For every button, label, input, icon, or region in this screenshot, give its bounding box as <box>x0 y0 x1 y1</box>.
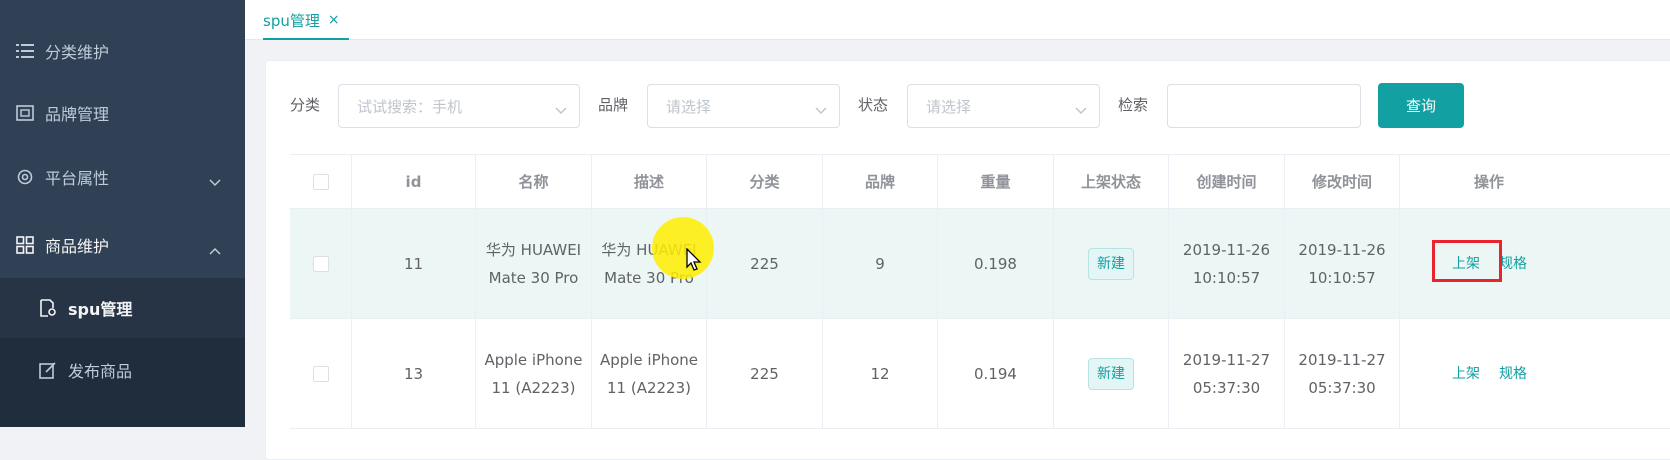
tabs-bar: spu管理 × <box>245 0 1670 40</box>
cell-status: 新建 <box>1054 319 1169 428</box>
cell-modified: 2019-11-27 05:37:30 <box>1285 319 1400 428</box>
cell-brand: 12 <box>823 319 938 428</box>
cell-name-text: Apple iPhone 11 (A2223) <box>484 350 583 397</box>
header-cell: 重量 <box>938 155 1054 208</box>
cell-status: 新建 <box>1054 209 1169 318</box>
cell-name: 华为 HUAWEI Mate 30 Pro <box>476 209 592 318</box>
header-cell: 创建时间 <box>1169 155 1285 208</box>
cell-name-text: 华为 HUAWEI Mate 30 Pro <box>485 240 582 287</box>
cell-desc-text: Apple iPhone 11 (A2223) <box>599 350 699 397</box>
cell-weight: 0.198 <box>938 209 1054 318</box>
table-header: id 名称 描述 分类 品牌 重量 上架状态 创建时间 修改时间 操作 <box>290 155 1670 209</box>
spec-link[interactable]: 规格 <box>1499 250 1527 278</box>
cell-created: 2019-11-27 05:37:30 <box>1169 319 1285 428</box>
spu-table: id 名称 描述 分类 品牌 重量 上架状态 创建时间 修改时间 操作 11 华… <box>290 154 1670 429</box>
header-cell: id <box>352 155 476 208</box>
mouse-cursor-icon <box>686 248 702 271</box>
brand-icon <box>15 103 35 123</box>
search-label: 检索 <box>1118 96 1149 114</box>
cell-category: 225 <box>707 319 823 428</box>
status-placeholder: 请选择 <box>926 97 972 116</box>
sidebar: 分类维护 品牌管理 平台属性 商品维护 spu管理 发布商品 <box>0 0 245 427</box>
doc-gear-icon <box>38 298 58 318</box>
sidebar-item-label: spu管理 <box>68 300 133 319</box>
cell-created: 2019-11-26 10:10:57 <box>1169 209 1285 318</box>
click-highlight <box>652 217 714 279</box>
created-date: 2019-11-27 <box>1182 350 1271 369</box>
chevron-down-icon <box>555 101 567 115</box>
cell-actions: 上架 规格 <box>1400 319 1670 428</box>
brand-select[interactable]: 请选择 <box>647 84 840 128</box>
cell-weight: 0.194 <box>938 319 1054 428</box>
status-select[interactable]: 请选择 <box>907 84 1100 128</box>
brand-placeholder: 请选择 <box>666 97 712 116</box>
chevron-up-icon <box>209 240 221 255</box>
row-select <box>290 319 352 428</box>
tab-label: spu管理 <box>263 11 320 30</box>
publish-link[interactable]: 上架 <box>1452 360 1480 388</box>
modified-time: 10:10:57 <box>1308 268 1376 287</box>
status-label: 状态 <box>858 96 889 114</box>
sidebar-item-product[interactable]: 商品维护 <box>0 230 245 260</box>
query-button[interactable]: 查询 <box>1378 83 1464 128</box>
spec-link[interactable]: 规格 <box>1499 360 1527 388</box>
sidebar-item-category[interactable]: 分类维护 <box>0 36 245 66</box>
category-placeholder: 试试搜索：手机 <box>357 97 463 116</box>
sidebar-item-brand[interactable]: 品牌管理 <box>0 98 245 128</box>
sidebar-item-spu[interactable]: spu管理 <box>0 278 245 338</box>
list-icon <box>15 41 35 61</box>
search-input[interactable] <box>1167 84 1361 128</box>
checkbox[interactable] <box>312 365 329 382</box>
modified-date: 2019-11-27 <box>1298 350 1386 369</box>
grid-icon <box>15 235 35 255</box>
header-select-all <box>290 155 352 208</box>
created-time: 10:10:57 <box>1192 268 1261 287</box>
status-badge: 新建 <box>1088 247 1134 280</box>
modified-time: 05:37:30 <box>1308 378 1376 397</box>
header-cell: 分类 <box>707 155 823 208</box>
checkbox[interactable] <box>312 173 329 190</box>
chevron-down-icon <box>209 172 221 187</box>
sidebar-item-label: 平台属性 <box>45 169 110 188</box>
cell-modified: 2019-11-26 10:10:57 <box>1285 209 1400 318</box>
header-cell: 名称 <box>476 155 592 208</box>
cell-category: 225 <box>707 209 823 318</box>
table-row[interactable]: 13 Apple iPhone 11 (A2223) Apple iPhone … <box>290 319 1670 429</box>
cell-name: Apple iPhone 11 (A2223) <box>476 319 592 428</box>
sidebar-item-label: 商品维护 <box>45 237 110 256</box>
chevron-down-icon <box>815 101 827 115</box>
header-cell: 操作 <box>1474 172 1505 191</box>
modified-date: 2019-11-26 <box>1298 240 1386 259</box>
gear-icon <box>15 167 35 187</box>
cell-desc: Apple iPhone 11 (A2223) <box>592 319 707 428</box>
sidebar-item-platform-attr[interactable]: 平台属性 <box>0 162 245 192</box>
sidebar-item-label: 发布商品 <box>68 362 133 381</box>
checkbox[interactable] <box>312 255 329 272</box>
edit-icon <box>38 360 58 380</box>
created-time: 05:37:30 <box>1192 378 1261 397</box>
cell-brand: 9 <box>823 209 938 318</box>
header-cell: 描述 <box>592 155 707 208</box>
sidebar-item-publish[interactable]: 发布商品 <box>0 355 245 385</box>
category-select[interactable]: 试试搜索：手机 <box>338 84 580 128</box>
cell-id: 13 <box>352 319 476 428</box>
tab-spu[interactable]: spu管理 × <box>263 0 340 40</box>
annotation-box <box>1432 240 1502 282</box>
created-date: 2019-11-26 <box>1182 240 1271 259</box>
sidebar-item-label: 分类维护 <box>45 43 110 62</box>
header-cell: 修改时间 <box>1285 155 1400 208</box>
sidebar-item-label: 品牌管理 <box>45 105 110 124</box>
category-label: 分类 <box>290 96 321 114</box>
status-badge: 新建 <box>1088 357 1134 390</box>
chevron-down-icon <box>1075 101 1087 115</box>
row-select <box>290 209 352 318</box>
header-cell: 上架状态 <box>1054 155 1169 208</box>
close-icon[interactable]: × <box>328 12 340 28</box>
cell-id: 11 <box>352 209 476 318</box>
brand-label: 品牌 <box>598 96 629 114</box>
header-cell: 品牌 <box>823 155 938 208</box>
tab-active-indicator <box>263 38 349 40</box>
